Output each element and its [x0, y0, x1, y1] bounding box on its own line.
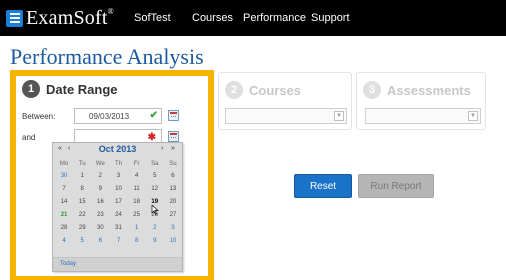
calendar-day[interactable]: 24 — [109, 210, 127, 221]
calendar-day[interactable]: 15 — [73, 197, 91, 208]
checkmark-icon: ✔ — [149, 110, 158, 121]
calendar-day[interactable]: 20 — [164, 197, 182, 208]
weekday-label: Th — [114, 161, 122, 167]
run-report-button[interactable]: Run Report — [358, 174, 434, 198]
calendar-day[interactable]: 2 — [91, 171, 109, 182]
calendar-day[interactable]: 22 — [73, 210, 91, 221]
calendar-day[interactable]: 18 — [128, 197, 146, 208]
calendar-day[interactable]: 2 — [146, 223, 164, 234]
nav-item-courses[interactable]: Courses — [192, 12, 233, 24]
chevron-down-icon: ▼ — [334, 111, 344, 121]
step-3-number: 3 — [363, 81, 381, 99]
date-picker-footer: Today — [53, 257, 182, 271]
calendar-day[interactable]: 8 — [73, 184, 91, 195]
date-picker-header: « ‹ Oct 2013 › » — [53, 143, 182, 157]
calendar-day[interactable]: 12 — [146, 184, 164, 195]
calendar-day[interactable]: 28 — [55, 223, 73, 234]
assessments-panel: 3 Assessments ▼ — [356, 72, 486, 130]
assessments-select[interactable]: ▼ — [365, 108, 481, 124]
calendar-day[interactable]: 7 — [109, 236, 127, 247]
calendar-day[interactable]: 14 — [55, 197, 73, 208]
and-label: and — [22, 133, 36, 142]
calendar-day[interactable]: 6 — [91, 236, 109, 247]
calendar-day[interactable]: 1 — [128, 223, 146, 234]
calendar-day[interactable]: 23 — [91, 210, 109, 221]
weekday-label: Mo — [59, 161, 69, 167]
calendar-day[interactable]: 3 — [109, 171, 127, 182]
calendar-day[interactable]: 25 — [128, 210, 146, 221]
courses-panel: 2 Courses ▼ — [218, 72, 352, 130]
calendar-day[interactable]: 30 — [55, 171, 73, 182]
calendar-day[interactable]: 6 — [164, 171, 182, 182]
courses-select[interactable]: ▼ — [225, 108, 347, 124]
calendar-day[interactable]: 30 — [91, 223, 109, 234]
calendar-day[interactable]: 29 — [73, 223, 91, 234]
mouse-cursor-icon — [151, 205, 159, 215]
calendar-day[interactable]: 31 — [109, 223, 127, 234]
calendar-day[interactable]: 8 — [128, 236, 146, 247]
chevron-down-icon: ▼ — [468, 111, 478, 121]
calendar-day[interactable]: 4 — [128, 171, 146, 182]
today-button[interactable]: Today — [60, 261, 76, 267]
weekday-label: We — [95, 161, 105, 167]
calendar-day[interactable]: 10 — [109, 184, 127, 195]
weekday-label: Sa — [151, 161, 159, 167]
between-label: Between: — [22, 112, 56, 121]
page-title: Performance Analysis — [10, 44, 204, 69]
examsoft-logo[interactable]: ExamSoft® — [6, 7, 114, 29]
weekday-label: Tu — [78, 161, 86, 167]
start-date-input[interactable]: 09/03/2013 ✔ — [74, 108, 162, 124]
calendar-day[interactable]: 11 — [128, 184, 146, 195]
calendar-day[interactable]: 9 — [146, 236, 164, 247]
calendar-day[interactable]: 5 — [146, 171, 164, 182]
calendar-day[interactable]: 7 — [55, 184, 73, 195]
weekday-label: Fr — [133, 161, 140, 167]
next-month-button[interactable]: › — [161, 145, 163, 152]
date-picker-popup: « ‹ Oct 2013 › » Mo Tu We Th Fr Sa Su 30 1 2 3 4 5 6 7… — [52, 142, 183, 272]
calendar-day[interactable]: 13 — [164, 184, 182, 195]
calendar-grid: Mo Tu We Th Fr Sa Su 30 1 2 3 4 5 6 7 8 9 10 11 12 13 14 15 16 1… — [55, 159, 182, 247]
reset-button[interactable]: Reset — [294, 174, 352, 198]
calendar-day[interactable]: 3 — [164, 223, 182, 234]
calendar-day[interactable]: 1 — [73, 171, 91, 182]
step-1-number: 1 — [22, 80, 40, 98]
calendar-day[interactable]: 27 — [164, 210, 182, 221]
calendar-day[interactable]: 16 — [91, 197, 109, 208]
calendar-day[interactable]: 5 — [73, 236, 91, 247]
top-nav-bar: ExamSoft® SofTest Courses Performance Su… — [0, 0, 506, 36]
step-1-label: Date Range — [46, 82, 118, 97]
calendar-day[interactable]: 10 — [164, 236, 182, 247]
step-2-number: 2 — [225, 81, 243, 99]
end-calendar-icon[interactable] — [168, 131, 179, 142]
next-year-button[interactable]: » — [171, 145, 175, 152]
calendar-day[interactable]: 21 — [55, 210, 73, 221]
nav-item-performance[interactable]: Performance — [243, 12, 306, 24]
weekday-label: Su — [169, 161, 177, 167]
step-2-label: Courses — [249, 83, 302, 98]
nav-item-softest[interactable]: SofTest — [134, 12, 171, 24]
menu-icon — [6, 9, 23, 27]
start-date-value: 09/03/2013 — [89, 112, 130, 121]
calendar-day[interactable]: 9 — [91, 184, 109, 195]
start-calendar-icon[interactable] — [168, 110, 179, 121]
logo-text: ExamSoft® — [26, 6, 114, 29]
step-3-label: Assessments — [387, 83, 471, 98]
calendar-day[interactable]: 17 — [109, 197, 127, 208]
nav-item-support[interactable]: Support — [311, 12, 350, 24]
calendar-day[interactable]: 4 — [55, 236, 73, 247]
